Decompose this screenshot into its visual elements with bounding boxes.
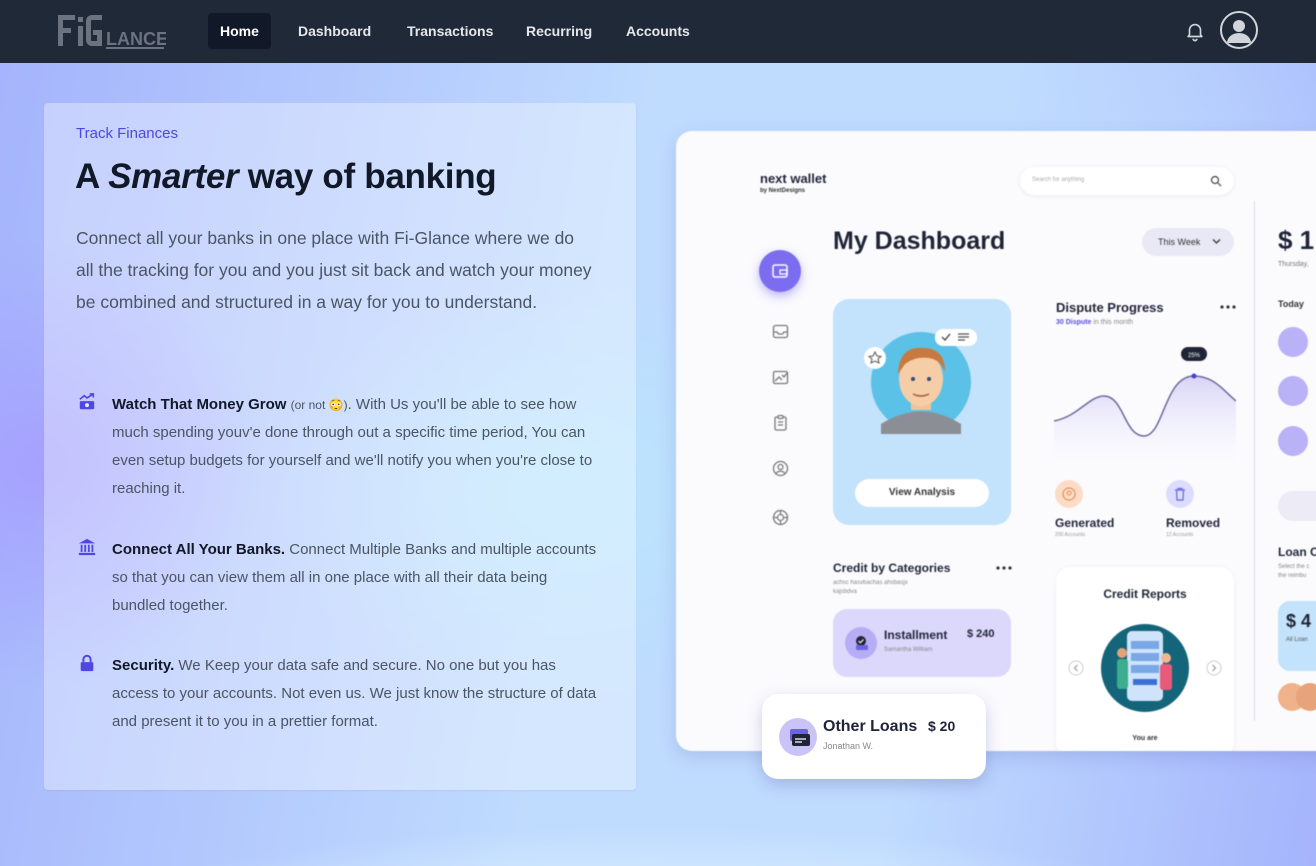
headline-pre: A bbox=[75, 157, 109, 196]
other-loans-name: Jonathan W. bbox=[823, 741, 874, 751]
hero-lead: Connect all your banks in one place with… bbox=[76, 228, 592, 312]
mockup-divider bbox=[1254, 201, 1255, 721]
top-navbar: LANCE Home Dashboard Transactions Recurr… bbox=[0, 0, 1316, 63]
more-dots-icon bbox=[996, 566, 1012, 570]
chevron-right-icon bbox=[1206, 660, 1222, 676]
mockup-loan-title: Loan C bbox=[1278, 545, 1316, 559]
chart-money-icon bbox=[79, 393, 95, 410]
clipboard-icon bbox=[774, 414, 787, 431]
credit-reports-you-are: You are bbox=[1132, 735, 1158, 742]
mockup-credit-cat-sub1: achsc hasvbachas ahsbasjx bbox=[833, 580, 908, 586]
user-avatar-icon bbox=[1227, 20, 1251, 43]
user-circle-icon bbox=[772, 460, 789, 477]
dispute-badge: 25% bbox=[1188, 353, 1201, 359]
feature-text: Security. We Keep your data safe and sec… bbox=[112, 652, 602, 736]
dashboard-mockup-image: next wallet by NextDesigns Search for an… bbox=[676, 131, 1316, 751]
hero-eyebrow: Track Finances bbox=[76, 125, 178, 142]
mockup-loan-card: $ 4 All Loan bbox=[1278, 601, 1316, 671]
mockup-balance-sub: Thursday, bbox=[1278, 261, 1309, 268]
mockup-dispute-sub: 30 Dispute in this month bbox=[1056, 319, 1133, 326]
feature-title: Security. bbox=[112, 657, 175, 674]
mockup-dispute-title: Dispute Progress bbox=[1056, 300, 1164, 315]
chevron-down-icon bbox=[1212, 239, 1221, 244]
trash-icon bbox=[1166, 480, 1194, 508]
mockup-today: Today bbox=[1278, 299, 1304, 309]
nav-dashboard[interactable]: Dashboard bbox=[286, 13, 383, 49]
other-loans-amount: $ 20 bbox=[928, 718, 956, 734]
user-avatar-button[interactable] bbox=[1220, 11, 1258, 49]
mockup-brand-sub: by NextDesigns bbox=[760, 188, 806, 194]
inbox-icon bbox=[772, 324, 789, 339]
removed-label: Removed bbox=[1166, 516, 1221, 530]
mockup-today-item-icon bbox=[1278, 426, 1308, 456]
mockup-loan-sub2: the reimbu bbox=[1278, 573, 1307, 579]
mockup-view-analysis-button: View Analysis bbox=[855, 479, 989, 507]
mockup-search-placeholder: Search for anything bbox=[1032, 177, 1085, 183]
credit-reports-title: Credit Reports bbox=[1103, 587, 1187, 601]
other-loans-icon bbox=[779, 718, 817, 756]
more-dots-icon bbox=[1220, 305, 1236, 309]
lock-icon bbox=[80, 654, 94, 672]
mockup-right-pill bbox=[1278, 491, 1316, 521]
installment-amount: $ 240 bbox=[967, 628, 995, 640]
headline-emphasis: Smarter bbox=[108, 157, 239, 196]
lifebuoy-icon bbox=[772, 509, 789, 526]
generated-label: Generated bbox=[1055, 516, 1115, 530]
removed-sub: 12 Accounts bbox=[1166, 532, 1194, 538]
hero-card: Track Finances A Smarter way of banking … bbox=[44, 103, 636, 790]
installment-label: Installment bbox=[884, 628, 948, 642]
wallet-icon bbox=[772, 264, 788, 278]
installment-icon bbox=[845, 627, 877, 659]
installment-name: Samantha William bbox=[884, 647, 933, 653]
mockup-credit-cat-title: Credit by Categories bbox=[833, 561, 951, 575]
feature-text: Connect All Your Banks. Connect Multiple… bbox=[112, 536, 602, 620]
image-check-icon bbox=[772, 370, 789, 385]
bell-icon[interactable] bbox=[1184, 20, 1206, 42]
other-loans-label: Other Loans bbox=[823, 718, 918, 735]
profile-avatar-illustration bbox=[864, 329, 977, 434]
feature-title: Connect All Your Banks. bbox=[112, 541, 286, 558]
mockup-period-label: This Week bbox=[1158, 237, 1201, 247]
mockup-installment-card: Installment Samantha William $ 240 bbox=[833, 609, 1011, 677]
mockup-contact-avatar bbox=[1296, 683, 1316, 711]
mockup-profile-card: View Analysis bbox=[833, 299, 1011, 525]
mockup-today-item-icon bbox=[1278, 376, 1308, 406]
fi-glance-logo[interactable]: LANCE bbox=[56, 12, 166, 50]
dispute-sub-strong: 30 Dispute bbox=[1056, 319, 1092, 326]
nav-accounts[interactable]: Accounts bbox=[614, 13, 702, 49]
mockup-loan-amount: $ 4 bbox=[1286, 611, 1312, 631]
headline-post: way of banking bbox=[238, 157, 497, 196]
mockup-other-loans-card: Other Loans $ 20 Jonathan W. bbox=[762, 694, 986, 779]
mockup-period-select: This Week bbox=[1142, 228, 1234, 256]
feature-title: Watch That Money Grow bbox=[112, 396, 287, 413]
feature-text: Watch That Money Grow (or not 😳). With U… bbox=[112, 391, 602, 503]
hero-headline: A Smarter way of banking bbox=[75, 157, 497, 197]
nav-recurring[interactable]: Recurring bbox=[514, 13, 604, 49]
nav-transactions[interactable]: Transactions bbox=[395, 13, 505, 49]
search-icon bbox=[1210, 175, 1222, 187]
mockup-loan-amount-sub: All Loan bbox=[1286, 637, 1308, 643]
bank-icon bbox=[78, 538, 96, 556]
mockup-title: My Dashboard bbox=[833, 227, 1006, 255]
mockup-credit-reports-card: Credit Reports You are bbox=[1056, 567, 1234, 751]
mockup-today-item-icon bbox=[1278, 327, 1308, 357]
mockup-search-box: Search for anything bbox=[1020, 167, 1234, 195]
generated-sub: 200 Accounts bbox=[1055, 532, 1086, 538]
chevron-left-icon bbox=[1068, 660, 1084, 676]
mockup-brand: next wallet bbox=[760, 171, 827, 186]
generated-icon bbox=[1055, 480, 1083, 508]
feature-body: We Keep your data safe and secure. No on… bbox=[112, 657, 597, 730]
mockup-loan-sub1: Select the c bbox=[1278, 564, 1310, 570]
mockup-sidebar-wallet bbox=[759, 250, 801, 292]
mockup-credit-cat-sub2: kajsbdva bbox=[833, 589, 857, 595]
credit-reports-illustration bbox=[1101, 624, 1189, 712]
dispute-sub-rest: in this month bbox=[1091, 319, 1134, 326]
svg-text:LANCE: LANCE bbox=[106, 29, 166, 49]
dispute-progress-chart: 25% bbox=[1054, 347, 1236, 461]
feature-aside: (or not 😳) bbox=[290, 398, 348, 412]
mockup-balance: $ 1 bbox=[1278, 225, 1315, 255]
nav-home[interactable]: Home bbox=[208, 13, 271, 49]
